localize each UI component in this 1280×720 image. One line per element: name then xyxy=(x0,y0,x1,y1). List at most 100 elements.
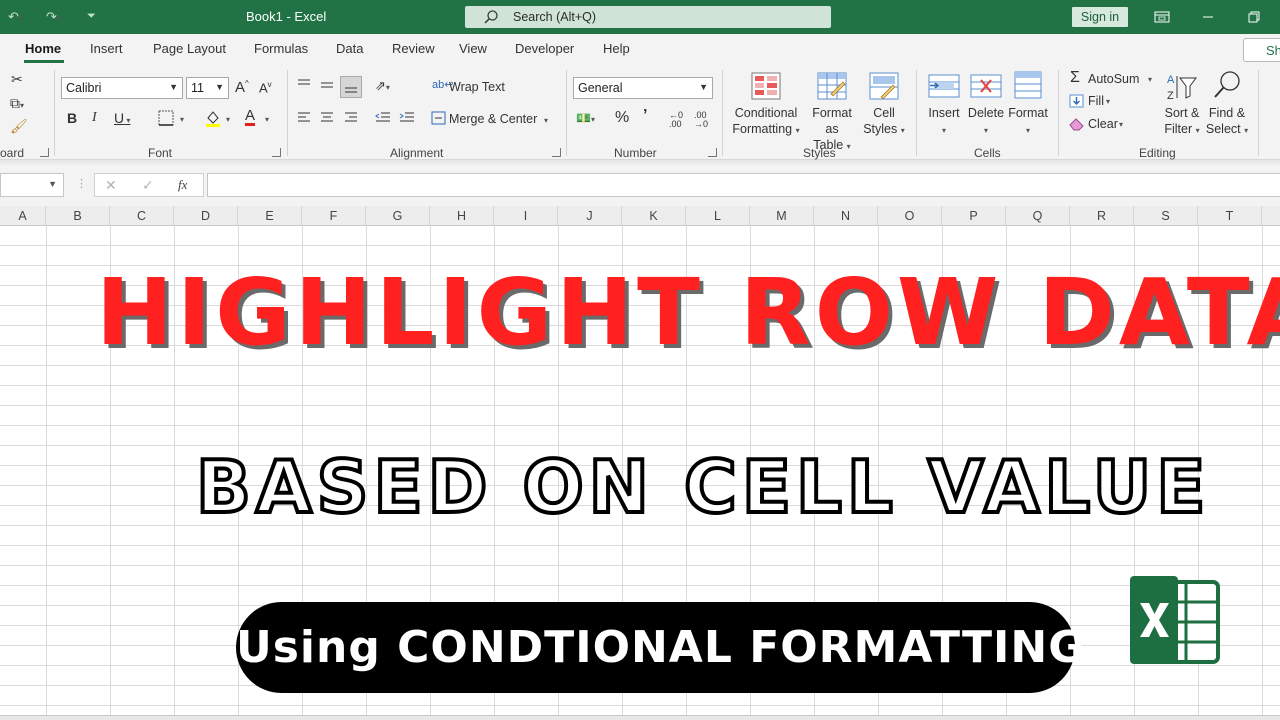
format-as-table-icon[interactable] xyxy=(817,72,847,100)
font-launcher-icon[interactable] xyxy=(272,148,281,157)
align-right-icon[interactable] xyxy=(344,111,358,125)
decrease-decimal-icon[interactable]: .00 →0 xyxy=(694,111,708,129)
column-header[interactable]: H xyxy=(430,206,494,226)
tab-insert[interactable]: Insert xyxy=(90,41,123,56)
italic-icon[interactable]: I xyxy=(92,111,97,125)
column-header[interactable]: Q xyxy=(1006,206,1070,226)
merge-center-button[interactable]: Merge & Center xyxy=(449,112,537,126)
tab-review[interactable]: Review xyxy=(392,41,435,56)
column-header[interactable]: C xyxy=(110,206,174,226)
format-painter-icon[interactable]: 🖌 xyxy=(10,119,28,133)
cell-styles-button[interactable]: Cell Styles ▾ xyxy=(858,105,910,139)
column-header[interactable]: L xyxy=(686,206,750,226)
number-launcher-icon[interactable] xyxy=(708,148,717,157)
top-align-icon[interactable] xyxy=(297,78,311,92)
chevron-down-icon[interactable]: ▾ xyxy=(1148,75,1152,84)
conditional-formatting-button[interactable]: Conditional Formatting ▾ xyxy=(728,105,804,139)
decrease-font-icon[interactable]: Av xyxy=(259,81,272,95)
borders-icon[interactable] xyxy=(158,110,174,126)
tab-formulas[interactable]: Formulas xyxy=(254,41,308,56)
column-header[interactable]: S xyxy=(1134,206,1198,226)
font-color-icon[interactable]: A xyxy=(245,108,256,126)
clear-button[interactable]: Clear xyxy=(1088,117,1118,131)
autosum-button[interactable]: AutoSum xyxy=(1088,72,1139,86)
tab-home[interactable]: Home xyxy=(25,41,61,56)
cell-styles-icon[interactable] xyxy=(869,72,899,100)
column-header[interactable]: M xyxy=(750,206,814,226)
clipboard-launcher-icon[interactable] xyxy=(40,148,49,157)
tab-help[interactable]: Help xyxy=(603,41,630,56)
chevron-down-icon[interactable]: ▾ xyxy=(180,115,184,124)
font-name-select[interactable]: Calibri ▼ xyxy=(61,77,183,99)
redo-icon[interactable]: ↷▾ xyxy=(46,9,61,25)
format-cells-button[interactable]: Format ▾ xyxy=(1004,105,1052,139)
conditional-formatting-icon[interactable] xyxy=(751,72,781,100)
cancel-icon[interactable]: ✕ xyxy=(105,177,117,194)
chevron-down-icon[interactable]: ▾ xyxy=(226,115,230,124)
formula-input[interactable] xyxy=(207,173,1280,197)
column-header[interactable]: F xyxy=(302,206,366,226)
tab-developer[interactable]: Developer xyxy=(515,41,574,56)
column-header[interactable]: I xyxy=(494,206,558,226)
wrap-text-button[interactable]: Wrap Text xyxy=(449,80,505,94)
column-header[interactable]: B xyxy=(46,206,110,226)
chevron-down-icon[interactable]: ▾ xyxy=(265,115,269,124)
insert-cells-button[interactable]: Insert ▾ xyxy=(920,105,968,139)
comma-style-icon[interactable]: ’ xyxy=(643,108,647,124)
column-header[interactable]: E xyxy=(238,206,302,226)
column-header[interactable]: N xyxy=(814,206,878,226)
tab-data[interactable]: Data xyxy=(336,41,363,56)
fill-icon[interactable] xyxy=(1069,94,1084,108)
increase-indent-icon[interactable] xyxy=(399,111,415,125)
column-header[interactable]: P xyxy=(942,206,1006,226)
column-header[interactable]: D xyxy=(174,206,238,226)
eraser-icon[interactable] xyxy=(1068,116,1085,131)
format-cells-icon[interactable] xyxy=(1012,70,1044,100)
sort-filter-button[interactable]: Sort & Filter ▾ xyxy=(1158,105,1206,139)
ribbon-display-icon[interactable] xyxy=(1152,7,1172,27)
restore-icon[interactable] xyxy=(1244,7,1264,27)
search-input[interactable]: Search (Alt+Q) xyxy=(465,6,831,28)
chevron-down-icon[interactable]: ▾ xyxy=(1106,97,1110,106)
column-header[interactable]: J xyxy=(558,206,622,226)
bold-icon[interactable]: B xyxy=(67,111,77,125)
cut-icon[interactable]: ✂ xyxy=(11,72,23,86)
sort-filter-icon[interactable]: A Z xyxy=(1166,72,1198,102)
autosum-icon[interactable]: Σ xyxy=(1070,70,1080,86)
chevron-down-icon[interactable]: ▾ xyxy=(544,116,548,125)
tab-view[interactable]: View xyxy=(459,41,487,56)
enter-icon[interactable]: ✓ xyxy=(142,177,154,194)
decrease-indent-icon[interactable] xyxy=(375,111,391,125)
find-select-button[interactable]: Find & Select ▾ xyxy=(1202,105,1252,139)
minimize-icon[interactable] xyxy=(1198,7,1218,27)
align-left-icon[interactable] xyxy=(297,111,311,125)
column-header[interactable]: R xyxy=(1070,206,1134,226)
font-size-select[interactable]: 11 ▼ xyxy=(186,77,229,99)
column-header[interactable]: O xyxy=(878,206,942,226)
bottom-align-button[interactable] xyxy=(340,76,362,98)
column-header[interactable]: T xyxy=(1198,206,1262,226)
percent-icon[interactable]: % xyxy=(615,110,629,126)
alignment-launcher-icon[interactable] xyxy=(552,148,561,157)
fill-color-icon[interactable] xyxy=(204,109,222,127)
sign-in-button[interactable]: Sign in xyxy=(1072,7,1128,27)
middle-align-icon[interactable] xyxy=(320,78,334,92)
fill-button[interactable]: Fill xyxy=(1088,94,1104,108)
copy-icon[interactable]: ⧉▾ xyxy=(10,96,24,110)
orientation-icon[interactable]: ⇗▾ xyxy=(375,79,390,92)
name-box[interactable]: ▼ xyxy=(0,173,64,197)
chevron-down-icon[interactable]: ▾ xyxy=(1119,120,1123,129)
increase-decimal-icon[interactable]: ←0.00 xyxy=(669,111,683,129)
delete-cells-button[interactable]: Delete ▾ xyxy=(962,105,1010,139)
align-center-icon[interactable] xyxy=(320,111,334,125)
column-header[interactable]: A xyxy=(0,206,46,226)
resize-handle-icon[interactable]: ⋮ xyxy=(76,177,87,190)
undo-icon[interactable]: ↶▾ xyxy=(8,9,23,25)
column-header[interactable]: G xyxy=(366,206,430,226)
customize-toolbar-icon[interactable]: ⏷ xyxy=(87,10,96,23)
delete-cells-icon[interactable] xyxy=(970,72,1002,100)
insert-function-icon[interactable]: fx xyxy=(178,177,187,193)
share-button[interactable]: Sh xyxy=(1243,38,1280,62)
accounting-format-icon[interactable]: 💵▾ xyxy=(576,112,595,124)
increase-font-icon[interactable]: A^ xyxy=(235,80,249,96)
